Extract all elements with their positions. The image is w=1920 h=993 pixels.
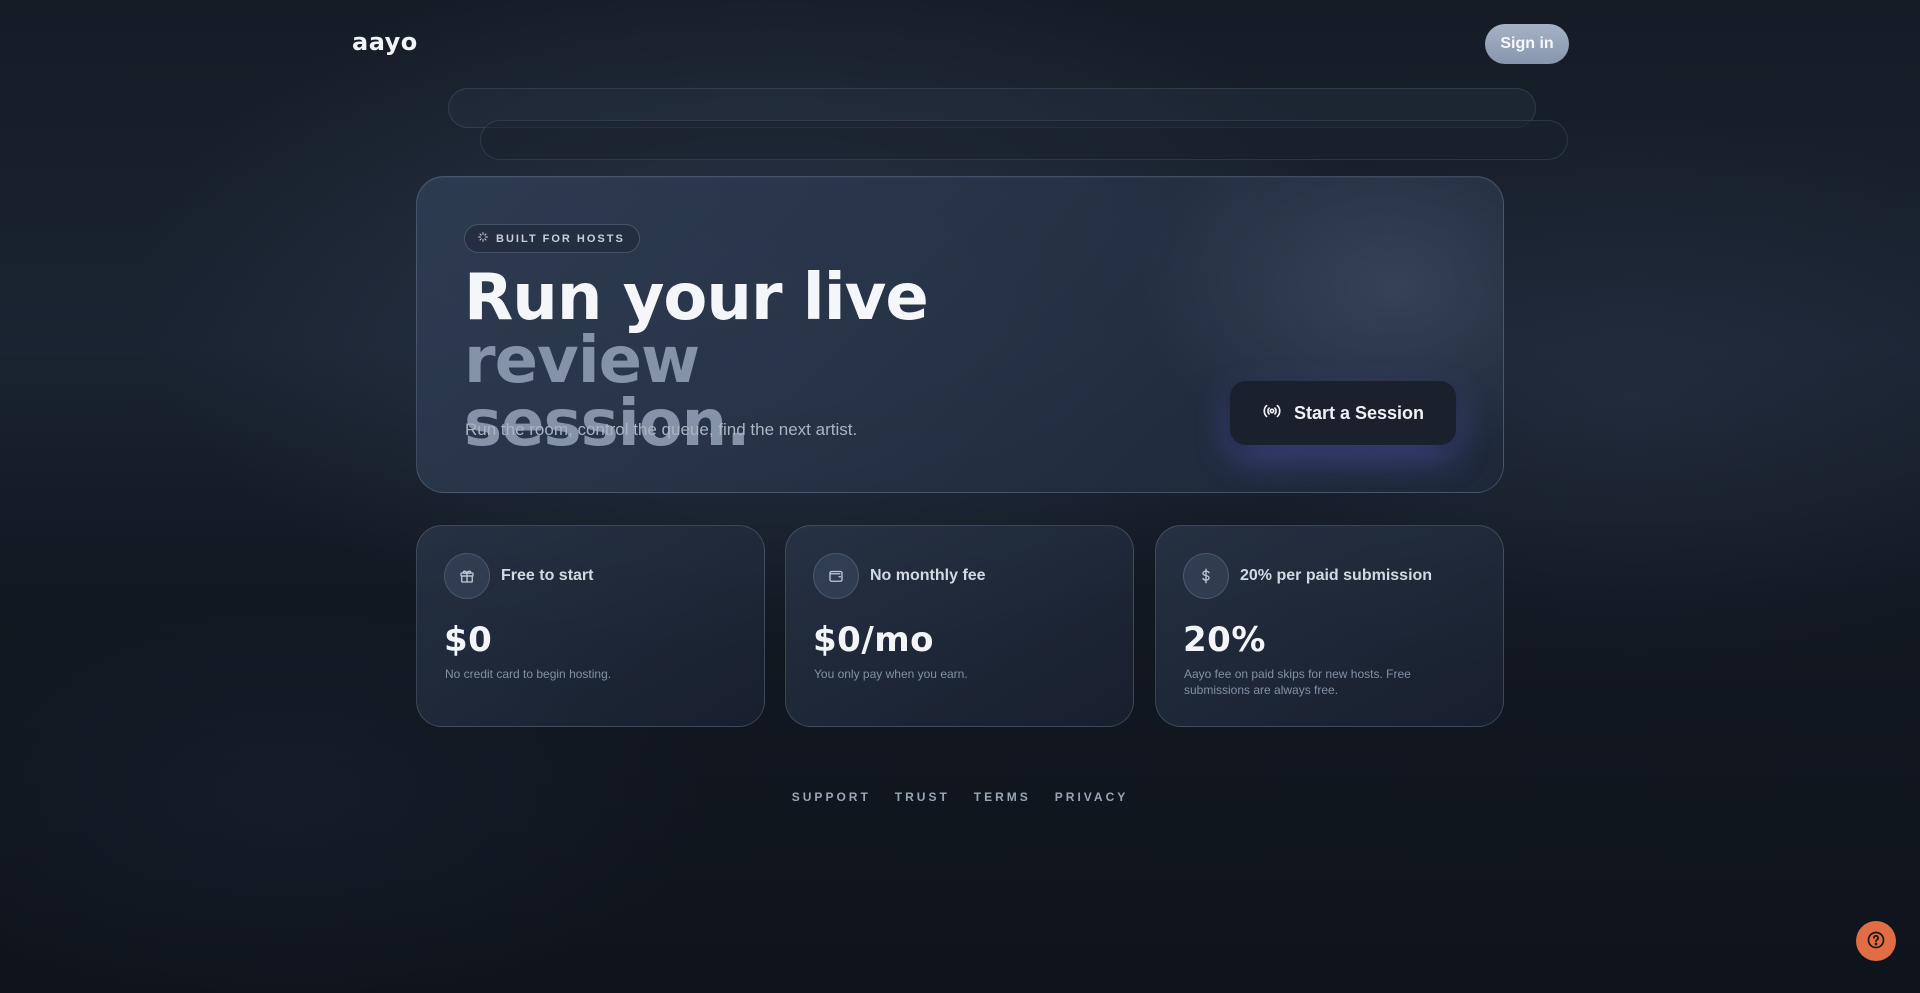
footer-link-privacy[interactable]: PRIVACY: [1055, 790, 1128, 804]
card-description: No credit card to begin hosting.: [445, 667, 612, 681]
badge-label: BUILT FOR HOSTS: [496, 232, 625, 245]
card-label: No monthly fee: [870, 567, 986, 584]
help-button[interactable]: [1856, 921, 1896, 961]
help-icon: [1866, 930, 1886, 953]
stat-card-free: Free to start $0 No credit card to begin…: [416, 525, 765, 727]
placeholder-bar-bottom: [480, 120, 1568, 160]
card-description: You only pay when you earn.: [814, 667, 968, 681]
sparkle-icon: [477, 231, 489, 246]
card-label: Free to start: [501, 567, 594, 584]
card-value: $0: [444, 620, 493, 660]
card-label: 20% per paid submission: [1240, 567, 1433, 584]
footer-link-terms[interactable]: TERMS: [974, 790, 1031, 804]
stat-card-monthly: No monthly fee $0/mo You only pay when y…: [785, 525, 1134, 727]
footer-nav: SUPPORT TRUST TERMS PRIVACY: [0, 790, 1920, 804]
footer-link-support[interactable]: SUPPORT: [792, 790, 871, 804]
card-value: 20%: [1183, 620, 1266, 660]
card-description: Aayo fee on paid skips for new hosts. Fr…: [1184, 667, 1411, 697]
broadcast-icon: [1262, 401, 1282, 426]
wallet-icon: [813, 553, 859, 599]
logo[interactable]: aayo: [352, 28, 418, 56]
sign-in-button[interactable]: Sign in: [1485, 24, 1569, 64]
hero-subline: Run the room, control the queue, find th…: [465, 420, 858, 439]
dollar-icon: [1183, 553, 1229, 599]
stat-card-fee: 20% per paid submission 20% Aayo fee on …: [1155, 525, 1504, 727]
gift-icon: [444, 553, 490, 599]
start-session-button[interactable]: Start a Session: [1230, 381, 1456, 445]
hero-card: BUILT FOR HOSTS Run your live review ses…: [416, 176, 1504, 493]
built-for-hosts-badge: BUILT FOR HOSTS: [464, 224, 640, 253]
card-value: $0/mo: [813, 620, 935, 660]
footer-link-trust[interactable]: TRUST: [895, 790, 950, 804]
start-session-label: Start a Session: [1293, 402, 1425, 423]
